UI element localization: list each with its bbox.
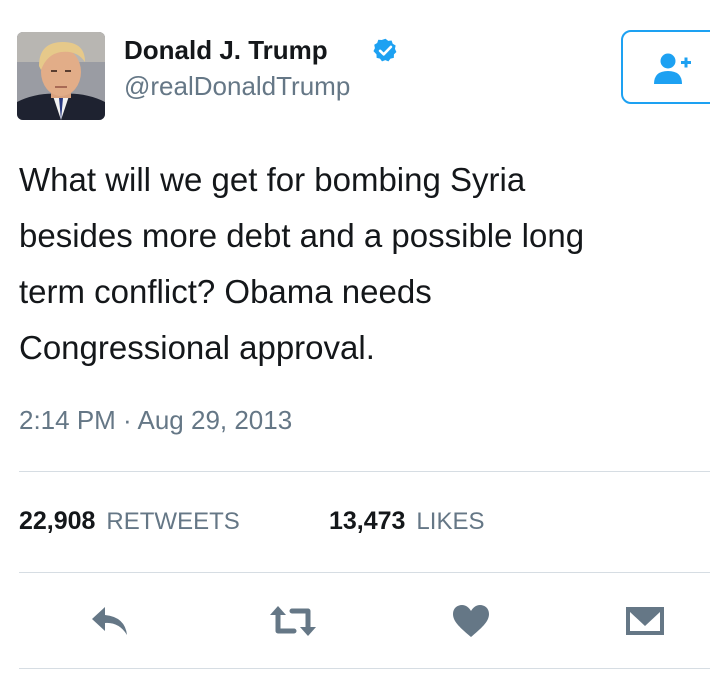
retweet-icon xyxy=(270,606,316,636)
tweet-timestamp[interactable]: 2:14 PM · Aug 29, 2013 xyxy=(19,402,292,438)
likes-label: LIKES xyxy=(416,508,485,535)
direct-message-button[interactable] xyxy=(620,596,670,646)
reply-icon xyxy=(92,607,127,635)
retweets-count: 22,908 xyxy=(19,507,96,535)
like-button[interactable] xyxy=(446,596,496,646)
envelope-icon xyxy=(626,607,664,635)
likes-count: 13,473 xyxy=(329,507,406,535)
verified-badge-icon xyxy=(373,38,397,62)
tweet-card: Donald J. Trump @realDonaldTrump What wi… xyxy=(0,0,710,687)
heart-icon xyxy=(453,605,489,637)
user-handle[interactable]: @realDonaldTrump xyxy=(124,71,350,101)
reply-button[interactable] xyxy=(86,596,136,646)
retweets-stat[interactable]: 22,908 RETWEETS xyxy=(19,504,240,539)
retweets-label: RETWEETS xyxy=(106,508,240,535)
likes-stat[interactable]: 13,473 LIKES xyxy=(329,504,484,539)
divider xyxy=(19,668,710,669)
tweet-text: What will we get for bombing Syria besid… xyxy=(19,161,585,366)
avatar[interactable] xyxy=(17,32,105,120)
divider xyxy=(19,471,710,472)
retweet-button[interactable] xyxy=(268,596,318,646)
divider xyxy=(19,572,710,573)
display-name[interactable]: Donald J. Trump xyxy=(124,35,328,65)
follow-button[interactable] xyxy=(621,30,710,104)
profile-photo-icon xyxy=(17,32,105,120)
follow-user-plus-icon xyxy=(654,53,691,84)
